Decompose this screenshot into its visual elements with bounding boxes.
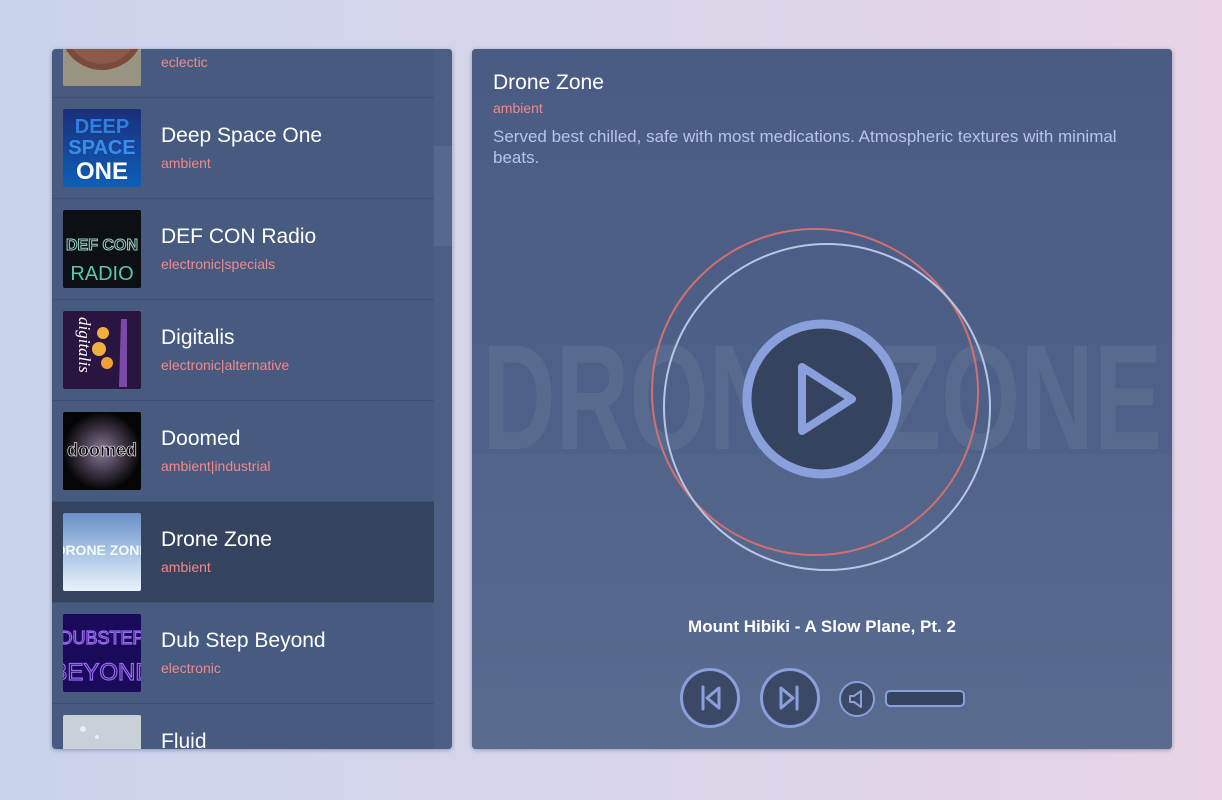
dub-step-beyond-art: DUBSTEP BEYOND [63,614,141,692]
def-con-radio-art: DEF CON RADIO [63,210,141,288]
station-genre: eclectic [161,54,208,70]
station-list-panel: eclectic DEEP SPACE ONE Deep Space One a… [52,49,452,749]
art-text: DUBSTEP [63,628,141,648]
play-icon [742,319,902,479]
volume-button[interactable] [839,681,875,717]
previous-button[interactable] [680,668,740,728]
art-text: digitalis [75,317,94,373]
station-thumbnail: DEEP SPACE ONE [63,109,141,187]
art-text: DEEP [75,116,129,138]
station-genre: ambient|industrial [161,458,271,474]
skip-previous-icon [701,685,721,711]
digitalis-art: digitalis [63,311,141,389]
station-list: eclectic DEEP SPACE ONE Deep Space One a… [52,49,434,749]
doomed-art: doomed [63,412,141,490]
station-genre: electronic [161,660,221,676]
station-genre: electronic|alternative [161,357,290,373]
art-text: RADIO [70,263,133,285]
station-thumbnail: DRONE ZONE [63,513,141,591]
station-item-def-con-radio[interactable]: DEF CON RADIO DEF CON Radio electronic|s… [52,199,434,300]
station-item-eclectic[interactable]: eclectic [52,49,434,98]
station-thumbnail: doomed [63,412,141,490]
station-thumbnail: digitalis [63,311,141,389]
art-text: doomed [67,440,137,460]
art-text: BEYOND [63,659,141,686]
station-thumbnail: DUBSTEP BEYOND [63,614,141,692]
station-name: Drone Zone [161,528,272,551]
skip-next-icon [779,685,799,711]
eclectic-art [63,49,141,86]
station-name: Digitalis [161,326,235,349]
play-button[interactable] [742,319,902,479]
station-list-scrollbar[interactable] [434,49,452,749]
player-panel: DRONE ZONE Drone Zone ambient Served bes… [472,49,1172,749]
station-item-drone-zone[interactable]: DRONE ZONE Drone Zone ambient [52,502,434,603]
station-name: Deep Space One [161,124,323,147]
station-thumbnail [63,49,141,86]
station-item-digitalis[interactable]: digitalis Digitalis electronic|alternati… [52,300,434,401]
station-genre: ambient [161,155,211,171]
volume-slider[interactable] [885,690,965,707]
station-name: DEF CON Radio [161,225,317,248]
station-item-fluid[interactable]: fluid Fluid [52,704,434,749]
station-name: Dub Step Beyond [161,629,326,652]
station-name: Fluid [161,730,207,749]
station-name: Doomed [161,427,241,450]
station-genre: ambient [161,559,211,575]
next-button[interactable] [760,668,820,728]
art-text: DEF CON [66,237,138,254]
station-genre: electronic|specials [161,256,276,272]
fluid-art: fluid [63,715,141,749]
now-playing-track: Mount Hibiki - A Slow Plane, Pt. 2 [688,617,956,636]
station-item-doomed[interactable]: doomed Doomed ambient|industrial [52,401,434,502]
drone-zone-art: DRONE ZONE [63,513,141,591]
art-text: DRONE ZONE [63,542,141,558]
station-item-deep-space-one[interactable]: DEEP SPACE ONE Deep Space One ambient [52,98,434,199]
station-item-dub-step-beyond[interactable]: DUBSTEP BEYOND Dub Step Beyond electroni… [52,603,434,704]
art-text: ONE [76,158,128,185]
art-text: SPACE [68,137,135,159]
station-thumbnail: fluid [63,715,141,749]
volume-icon [849,690,862,708]
deep-space-one-art: DEEP SPACE ONE [63,109,141,187]
scrollbar-thumb[interactable] [434,146,452,246]
station-thumbnail: DEF CON RADIO [63,210,141,288]
